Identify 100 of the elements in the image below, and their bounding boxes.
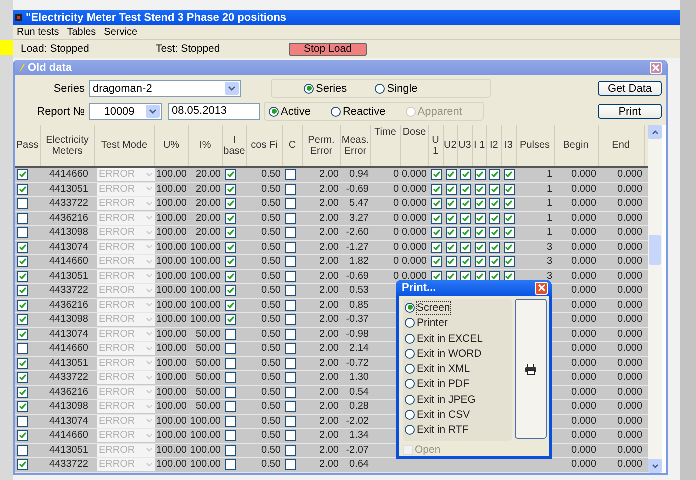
menu-item[interactable]: Tables	[67, 26, 96, 38]
checkbox[interactable]	[474, 212, 486, 224]
checkbox[interactable]	[17, 328, 28, 340]
column-header[interactable]: I2	[487, 125, 502, 166]
checkbox[interactable]	[17, 386, 28, 398]
column-header[interactable]: Test Mode	[95, 125, 155, 166]
vertical-scrollbar[interactable]	[648, 125, 662, 473]
checkbox[interactable]	[225, 227, 236, 238]
checkbox[interactable]	[460, 212, 472, 224]
column-header[interactable]: Electricity Meters	[41, 125, 95, 166]
checkbox[interactable]	[225, 314, 236, 326]
checkbox[interactable]	[285, 372, 296, 384]
radio-option[interactable]: Exit in CSV	[405, 407, 512, 423]
checkbox[interactable]	[285, 198, 296, 210]
column-header[interactable]: Time	[371, 125, 401, 166]
checkbox[interactable]	[431, 227, 442, 238]
checkbox[interactable]	[225, 459, 236, 470]
checkbox[interactable]	[285, 328, 296, 340]
radio-option[interactable]: Exit in WORD	[405, 346, 512, 362]
checkbox[interactable]	[504, 227, 515, 238]
column-header[interactable]: I%	[189, 125, 223, 166]
checkbox[interactable]	[285, 270, 296, 282]
checkbox[interactable]	[225, 444, 236, 456]
checkbox[interactable]	[460, 227, 472, 238]
radio-option[interactable]: Screen	[405, 300, 512, 316]
checkbox[interactable]	[446, 212, 457, 224]
checkbox[interactable]	[431, 184, 442, 195]
checkbox[interactable]	[225, 372, 236, 384]
checkbox[interactable]	[446, 242, 457, 253]
checkbox[interactable]	[504, 242, 515, 253]
radio-option[interactable]: Single	[375, 82, 418, 94]
checkbox[interactable]	[17, 372, 28, 384]
date-field[interactable]: 08.05.2013	[168, 103, 260, 120]
checkbox[interactable]	[17, 401, 28, 412]
column-header[interactable]: U2	[444, 125, 458, 166]
checkbox[interactable]	[285, 401, 296, 412]
radio-option[interactable]: Reactive	[330, 106, 386, 118]
checkbox[interactable]	[446, 227, 457, 238]
checkbox[interactable]	[285, 416, 296, 427]
column-header[interactable]: Begin	[554, 125, 599, 166]
checkbox[interactable]	[17, 227, 28, 238]
column-header[interactable]: Pass	[15, 125, 41, 166]
checkbox[interactable]	[225, 358, 236, 369]
checkbox[interactable]	[17, 270, 28, 282]
get-data-button[interactable]: Get Data	[598, 81, 662, 96]
checkbox[interactable]	[225, 386, 236, 398]
checkbox[interactable]	[446, 184, 457, 195]
checkbox[interactable]	[17, 300, 28, 311]
checkbox[interactable]	[474, 169, 486, 180]
column-header[interactable]: I base	[223, 125, 247, 166]
checkbox[interactable]	[460, 198, 472, 210]
checkbox[interactable]	[489, 198, 500, 210]
checkbox[interactable]	[446, 169, 457, 180]
checkbox[interactable]	[225, 212, 236, 224]
print-button[interactable]	[514, 299, 547, 440]
checkbox[interactable]	[504, 270, 515, 282]
radio-option[interactable]: Exit in RTF	[405, 422, 512, 438]
checkbox[interactable]	[446, 198, 457, 210]
checkbox[interactable]	[504, 198, 515, 210]
checkbox[interactable]	[285, 212, 296, 224]
column-header[interactable]: Perm. Error	[303, 125, 341, 166]
checkbox[interactable]	[431, 212, 442, 224]
checkbox[interactable]	[285, 285, 296, 296]
close-button[interactable]	[650, 62, 662, 74]
checkbox[interactable]	[460, 242, 472, 253]
checkbox[interactable]	[460, 270, 472, 282]
checkbox[interactable]	[285, 444, 296, 456]
checkbox[interactable]	[225, 300, 236, 311]
checkbox[interactable]	[17, 430, 28, 442]
checkbox[interactable]	[225, 184, 236, 195]
checkbox[interactable]	[489, 169, 500, 180]
checkbox[interactable]	[285, 227, 296, 238]
print-button[interactable]: Print	[598, 104, 662, 119]
column-header[interactable]: U3	[458, 125, 473, 166]
checkbox[interactable]	[474, 184, 486, 195]
checkbox[interactable]	[285, 300, 296, 311]
checkbox[interactable]	[504, 169, 515, 180]
column-header[interactable]: Meas. Error	[341, 125, 371, 166]
close-button[interactable]	[535, 282, 548, 295]
checkbox[interactable]	[225, 198, 236, 210]
checkbox[interactable]	[17, 212, 28, 224]
checkbox[interactable]	[17, 184, 28, 195]
checkbox[interactable]	[504, 212, 515, 224]
checkbox[interactable]	[225, 401, 236, 412]
column-header[interactable]: I3	[502, 125, 517, 166]
checkbox[interactable]	[225, 430, 236, 442]
radio-option[interactable]: Series	[304, 82, 348, 94]
checkbox[interactable]	[489, 212, 500, 224]
column-header[interactable]: U%	[155, 125, 189, 166]
checkbox[interactable]	[225, 270, 236, 282]
checkbox[interactable]	[431, 256, 442, 268]
checkbox[interactable]	[285, 314, 296, 326]
checkbox[interactable]	[489, 256, 500, 268]
radio-option[interactable]: Printer	[405, 316, 512, 331]
checkbox[interactable]	[474, 242, 486, 253]
checkbox[interactable]	[17, 285, 28, 296]
checkbox[interactable]	[285, 343, 296, 354]
scroll-down-button[interactable]	[648, 459, 662, 473]
checkbox[interactable]	[489, 242, 500, 253]
column-header[interactable]: Pulses	[516, 125, 555, 166]
